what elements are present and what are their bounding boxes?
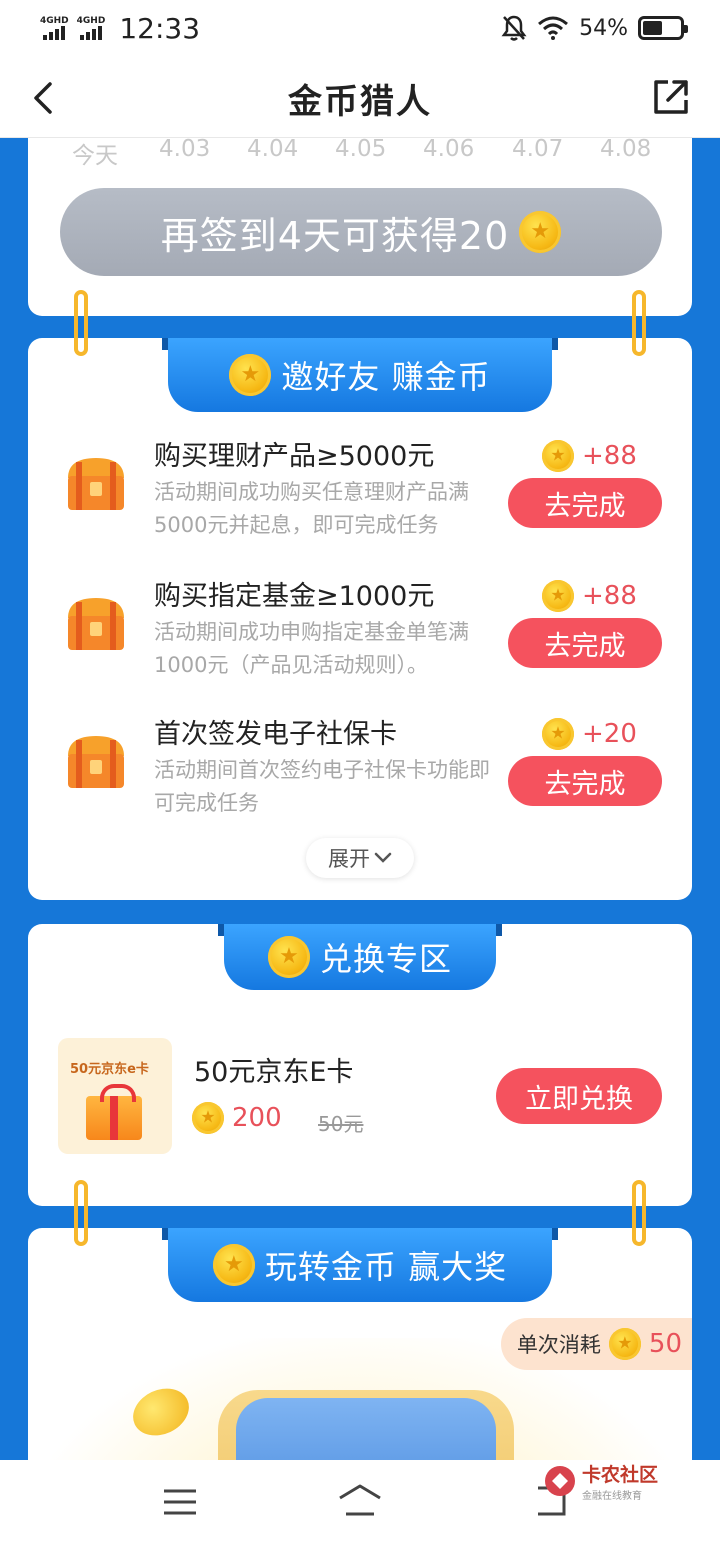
date-label: 4.07: [512, 138, 564, 162]
treasure-chest-icon: [68, 736, 124, 788]
task-item: 首次签发电子社保卡 活动期间首次签约电子社保卡功能即可完成任务 +20 去完成: [28, 712, 692, 842]
task-desc: 活动期间成功购买任意理财产品满5000元并起息，即可完成任务: [154, 480, 469, 537]
section-title: 玩转金币 赢大奖: [264, 1248, 508, 1286]
nav-header: 金币猎人: [0, 58, 720, 138]
coin-icon: [542, 440, 574, 472]
reward-points: +88: [582, 581, 637, 611]
exchange-card: 兑换专区 50元京东e卡 50元京东E卡 200 50元 立即兑换: [28, 924, 692, 1206]
date-label: 4.05: [335, 138, 387, 162]
task-desc: 活动期间成功申购指定基金单笔满1000元（产品见活动规则）。: [154, 620, 469, 677]
treasure-chest-icon: [68, 458, 124, 510]
date-label: 今天: [72, 143, 118, 169]
section-title: 邀好友 赚金币: [281, 358, 491, 396]
product-price: 200: [192, 1102, 282, 1134]
redeem-button[interactable]: 立即兑换: [496, 1068, 662, 1124]
binder-ring: [74, 1180, 88, 1246]
task-reward: +20: [542, 718, 637, 750]
date-label: 4.06: [423, 138, 475, 162]
battery-percent: 54%: [579, 15, 628, 41]
section-ribbon: 玩转金币 赢大奖: [162, 1228, 558, 1302]
task-item: 购买指定基金≥1000元 活动期间成功申购指定基金单笔满1000元（产品见活动规…: [28, 574, 692, 704]
chevron-down-icon: [374, 852, 392, 863]
prize-machine[interactable]: [218, 1390, 514, 1460]
coin-icon: [212, 1244, 255, 1286]
system-nav-bar: 卡农社区 金融在线教育: [0, 1460, 720, 1544]
binder-ring: [632, 1180, 646, 1246]
price-value: 200: [232, 1103, 282, 1133]
coin-icon: [542, 580, 574, 612]
signal-icon-2: 4GHD: [76, 16, 106, 40]
task-title: 购买指定基金≥1000元: [154, 581, 435, 612]
section-ribbon: 邀好友 赚金币: [162, 338, 558, 412]
invite-card: 邀好友 赚金币 购买理财产品≥5000元 活动期间成功购买任意理财产品满5000…: [28, 338, 692, 900]
treasure-chest-icon: [68, 598, 124, 650]
coin-icon: [267, 936, 310, 978]
coin-icon: [608, 1328, 641, 1360]
bell-off-icon: [501, 15, 527, 41]
game-card: 玩转金币 赢大奖 单次消耗 50: [28, 1228, 692, 1460]
checkin-button-label: 再签到4天可获得20: [160, 213, 510, 258]
go-complete-button[interactable]: 去完成: [508, 618, 662, 668]
date-label: 4.04: [247, 138, 299, 162]
date-label: 4.08: [600, 138, 652, 162]
task-reward: +88: [542, 580, 637, 612]
task-reward: +88: [542, 440, 637, 472]
watermark-brand: 卡农社区: [581, 1464, 658, 1486]
status-bar: 4GHD 4GHD 12:33 54%: [0, 0, 720, 58]
coin-icon: [542, 718, 574, 750]
section-ribbon: 兑换专区: [218, 924, 502, 990]
checkin-card: 今天 4.03 4.04 4.05 4.06 4.07 4.08 再签到4天可获…: [28, 138, 692, 316]
scroll-content[interactable]: 今天 4.03 4.04 4.05 4.06 4.07 4.08 再签到4天可获…: [0, 138, 720, 1460]
menu-icon[interactable]: [162, 1488, 198, 1516]
go-complete-button[interactable]: 去完成: [508, 478, 662, 528]
reward-points: +20: [582, 719, 637, 749]
coin-icon: [229, 354, 272, 396]
product-name: 50元京东E卡: [194, 1057, 354, 1088]
expand-label: 展开: [328, 847, 370, 871]
expand-button[interactable]: 展开: [306, 838, 414, 878]
date-label: 4.03: [159, 138, 211, 162]
network-type-label-2: 4GHD: [76, 16, 106, 26]
task-desc: 活动期间首次签约电子社保卡功能即可完成任务: [154, 758, 490, 815]
cost-value: 50: [648, 1329, 682, 1359]
brand-logo-icon: [544, 1466, 575, 1496]
go-complete-button[interactable]: 去完成: [508, 756, 662, 806]
product-image[interactable]: 50元京东e卡: [58, 1038, 172, 1154]
product-image-label: 50元京东e卡: [70, 1062, 149, 1077]
reward-points: +88: [582, 441, 637, 471]
signal-icon: 4GHD: [40, 17, 69, 40]
clock: 12:33: [119, 12, 201, 45]
cost-tag: 单次消耗 50: [500, 1318, 692, 1370]
machine-dome: [236, 1398, 496, 1460]
checkin-dates: 今天 4.03 4.04 4.05 4.06 4.07 4.08: [28, 138, 692, 176]
checkin-button[interactable]: 再签到4天可获得20: [60, 188, 662, 276]
battery-icon: [638, 16, 688, 40]
network-type-label: 4GHD: [40, 16, 69, 26]
page-title: 金币猎人: [288, 82, 432, 122]
task-title: 首次签发电子社保卡: [154, 719, 397, 750]
home-icon[interactable]: [336, 1482, 384, 1518]
task-item: 购买理财产品≥5000元 活动期间成功购买任意理财产品满5000元并起息，即可完…: [28, 434, 692, 564]
cost-label: 单次消耗: [516, 1333, 601, 1357]
watermark-slogan: 金融在线教育: [581, 1491, 642, 1502]
share-icon[interactable]: [650, 76, 692, 118]
binder-ring: [632, 290, 646, 356]
binder-ring: [74, 290, 88, 356]
coin-icon: [519, 211, 562, 253]
task-title: 购买理财产品≥5000元: [154, 441, 435, 472]
section-title: 兑换专区: [319, 940, 452, 978]
coin-icon: [192, 1102, 224, 1134]
original-price: 50元: [318, 1112, 364, 1136]
watermark-logo: 卡农社区 金融在线教育: [542, 1460, 658, 1502]
wifi-icon: [538, 16, 569, 40]
gift-box-icon: [86, 1084, 142, 1140]
